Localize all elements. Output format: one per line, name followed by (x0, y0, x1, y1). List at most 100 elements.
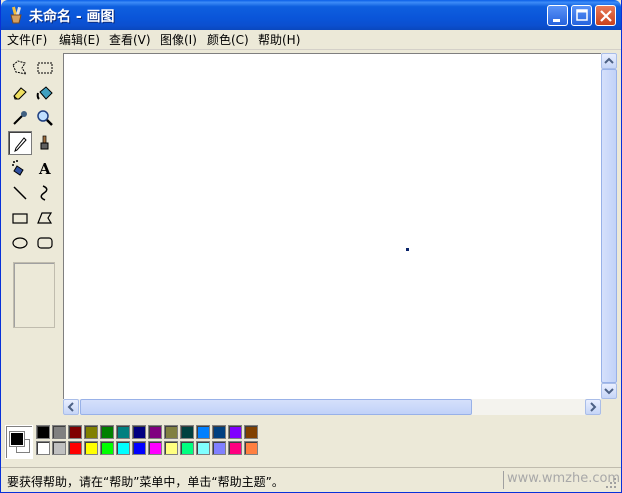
free-form-select-icon (12, 60, 28, 75)
tool-line[interactable] (8, 181, 32, 205)
menu-file[interactable]: 文件(F) (7, 32, 47, 48)
scrollbar-corner (601, 399, 617, 415)
palette-swatch[interactable] (244, 425, 258, 439)
palette-swatch[interactable] (196, 425, 210, 439)
menu-help[interactable]: 帮助(H) (258, 32, 300, 48)
maximize-icon (576, 9, 588, 21)
palette-swatch[interactable] (148, 425, 162, 439)
palette-swatch[interactable] (164, 425, 178, 439)
fill-icon (36, 86, 53, 100)
arrow-down-icon (604, 388, 614, 395)
palette-swatch[interactable] (84, 425, 98, 439)
scroll-right-button[interactable] (585, 399, 601, 415)
paint-window: 未命名 - 画图 文件(F) 编辑(E) 查看(V) 图像(I) 颜色(C) 帮… (0, 0, 622, 493)
vertical-scroll-thumb[interactable] (601, 69, 617, 383)
palette-swatch[interactable] (180, 441, 194, 455)
tool-options-panel[interactable] (13, 262, 55, 328)
palette-swatch[interactable] (132, 425, 146, 439)
color-box (1, 417, 621, 467)
status-bar: 要获得帮助，请在“帮助”菜单中，单击“帮助主题”。 www.wmzhe.com (1, 467, 621, 492)
close-button[interactable] (595, 5, 616, 26)
tool-polygon[interactable] (33, 206, 57, 230)
status-text: 要获得帮助，请在“帮助”菜单中，单击“帮助主题”。 (7, 475, 284, 489)
scroll-up-button[interactable] (601, 53, 617, 69)
svg-text:A: A (38, 160, 51, 177)
arrow-right-icon (590, 402, 597, 412)
menu-edit[interactable]: 编辑(E) (59, 32, 100, 48)
palette-swatch[interactable] (228, 425, 242, 439)
palette-swatch[interactable] (132, 441, 146, 455)
palette-swatch[interactable] (36, 425, 50, 439)
minimize-icon (553, 19, 560, 22)
palette-swatch[interactable] (100, 441, 114, 455)
tool-free-form-select[interactable] (8, 56, 32, 80)
tool-magnifier[interactable] (33, 106, 57, 130)
arrow-left-icon (67, 402, 74, 412)
horizontal-scrollbar[interactable] (63, 399, 601, 415)
tool-airbrush[interactable] (8, 156, 32, 180)
palette-swatch[interactable] (52, 425, 66, 439)
title-bar[interactable]: 未命名 - 画图 (1, 0, 621, 30)
palette-swatch[interactable] (100, 425, 114, 439)
rect-select-icon (37, 62, 53, 74)
line-icon (13, 186, 27, 200)
brush-icon (40, 135, 49, 150)
maximize-button[interactable] (571, 5, 592, 26)
tool-curve[interactable] (33, 181, 57, 205)
close-icon (600, 10, 612, 22)
rounded-rect-icon (37, 237, 53, 249)
palette-swatch[interactable] (116, 441, 130, 455)
palette-swatch[interactable] (52, 441, 66, 455)
status-separator (503, 471, 504, 489)
tool-fill[interactable] (33, 81, 57, 105)
current-colors-indicator[interactable] (5, 425, 33, 459)
rectangle-icon (12, 213, 28, 224)
minimize-button[interactable] (547, 5, 568, 26)
resize-handle[interactable] (406, 248, 409, 251)
canvas-area[interactable] (63, 53, 603, 399)
polygon-icon (37, 212, 53, 224)
paint-app-icon (10, 6, 22, 24)
foreground-color-swatch (9, 431, 25, 447)
tool-pencil[interactable] (8, 131, 32, 155)
menu-colors[interactable]: 颜色(C) (207, 32, 249, 48)
tool-text[interactable]: A (33, 156, 57, 180)
pick-color-icon (13, 111, 27, 125)
palette-swatch[interactable] (68, 425, 82, 439)
palette-swatch[interactable] (68, 441, 82, 455)
curve-icon (40, 185, 48, 201)
palette-swatch[interactable] (212, 441, 226, 455)
drawing-canvas[interactable] (66, 56, 406, 248)
tool-brush[interactable] (33, 131, 57, 155)
palette-swatch[interactable] (84, 441, 98, 455)
menu-view[interactable]: 查看(V) (109, 32, 151, 48)
horizontal-scroll-thumb[interactable] (80, 399, 472, 415)
tool-eraser[interactable] (8, 81, 32, 105)
palette-swatch[interactable] (36, 441, 50, 455)
palette-swatch[interactable] (228, 441, 242, 455)
tool-ellipse[interactable] (8, 231, 32, 255)
scroll-left-button[interactable] (63, 399, 79, 415)
menu-image[interactable]: 图像(I) (160, 32, 197, 48)
palette-swatch[interactable] (196, 441, 210, 455)
magnifier-icon (37, 110, 53, 126)
palette-swatch[interactable] (212, 425, 226, 439)
vertical-scrollbar[interactable] (601, 53, 617, 399)
palette-swatch[interactable] (180, 425, 194, 439)
pencil-icon (14, 137, 27, 152)
tool-rect-select[interactable] (33, 56, 57, 80)
watermark: www.wmzhe.com (507, 471, 621, 486)
palette-swatch[interactable] (148, 441, 162, 455)
tool-rectangle[interactable] (8, 206, 32, 230)
palette-swatch[interactable] (164, 441, 178, 455)
scroll-down-button[interactable] (601, 383, 617, 399)
window-title: 未命名 - 画图 (29, 9, 115, 25)
palette-swatch[interactable] (244, 441, 258, 455)
palette-swatch[interactable] (116, 425, 130, 439)
text-icon: A (38, 160, 51, 177)
ellipse-icon (12, 237, 28, 249)
tool-rounded-rect[interactable] (33, 231, 57, 255)
tool-pick-color[interactable] (8, 106, 32, 130)
menu-bar: 文件(F) 编辑(E) 查看(V) 图像(I) 颜色(C) 帮助(H) (1, 30, 621, 50)
resize-grip-icon[interactable] (605, 477, 617, 489)
